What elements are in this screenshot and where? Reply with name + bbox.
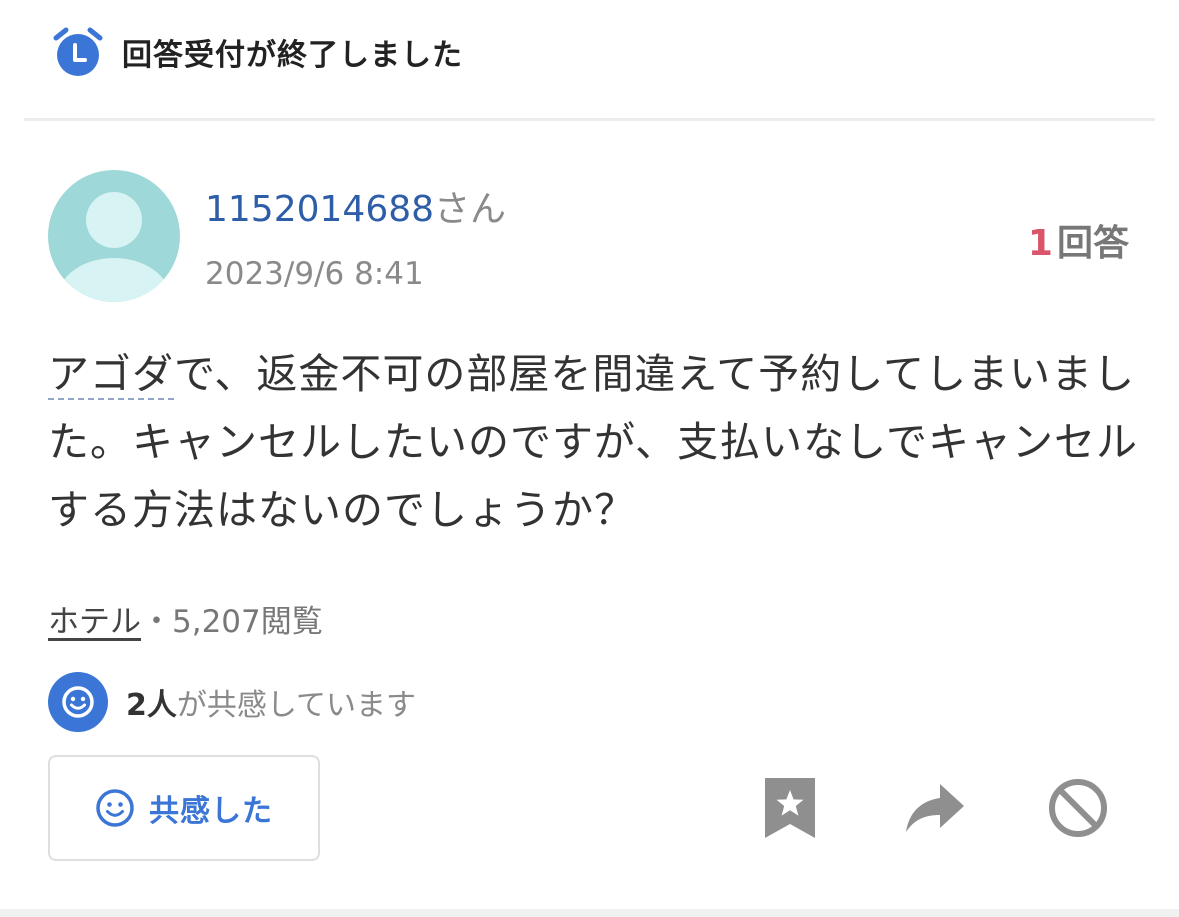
post-date: 2023/9/6 8:41 xyxy=(205,256,424,292)
status-banner: 回答受付が終了しました xyxy=(50,22,463,82)
meta-separator: ・ xyxy=(141,604,172,640)
share-arrow-icon[interactable] xyxy=(902,776,966,840)
divider xyxy=(24,118,1155,121)
empathy-button[interactable]: 共感した xyxy=(48,755,320,861)
empathy-count: 2人 xyxy=(126,688,177,723)
block-icon[interactable] xyxy=(1046,776,1110,840)
view-count: 5,207閲覧 xyxy=(172,604,323,640)
user-avatar[interactable] xyxy=(48,170,180,302)
smile-icon xyxy=(48,672,108,732)
category-link[interactable]: ホテル xyxy=(48,604,141,640)
keyword-link[interactable]: アゴダ xyxy=(48,350,174,400)
status-text: 回答受付が終了しました xyxy=(122,38,463,73)
question-meta: ホテル・5,207閲覧 xyxy=(48,596,323,641)
empathy-summary: 2人が共感しています xyxy=(48,672,416,732)
user-honorific: さん xyxy=(434,189,507,230)
empathy-text: 2人が共感しています xyxy=(126,680,416,724)
question-text: で、返金不可の部屋を間違えて予約してしまいました。キャンセルしたいのですが、支払… xyxy=(48,350,1138,534)
empathy-button-label: 共感した xyxy=(149,794,273,829)
answer-count-number: 1 xyxy=(1027,223,1053,264)
alarm-clock-icon xyxy=(53,27,103,76)
smile-icon xyxy=(96,789,134,827)
user-name-link[interactable]: 1152014688 xyxy=(205,189,434,230)
bookmark-star-icon[interactable] xyxy=(758,776,822,840)
empathy-label: が共感しています xyxy=(176,688,416,723)
section-divider xyxy=(0,909,1179,917)
user-name-row: 1152014688さん xyxy=(205,180,506,232)
question-body: アゴダで、返金不可の部屋を間違えて予約してしまいました。キャンセルしたいのですが… xyxy=(48,340,1138,544)
answer-count[interactable]: 1 回答 xyxy=(1028,214,1129,266)
answer-count-label: 回答 xyxy=(1056,223,1129,264)
